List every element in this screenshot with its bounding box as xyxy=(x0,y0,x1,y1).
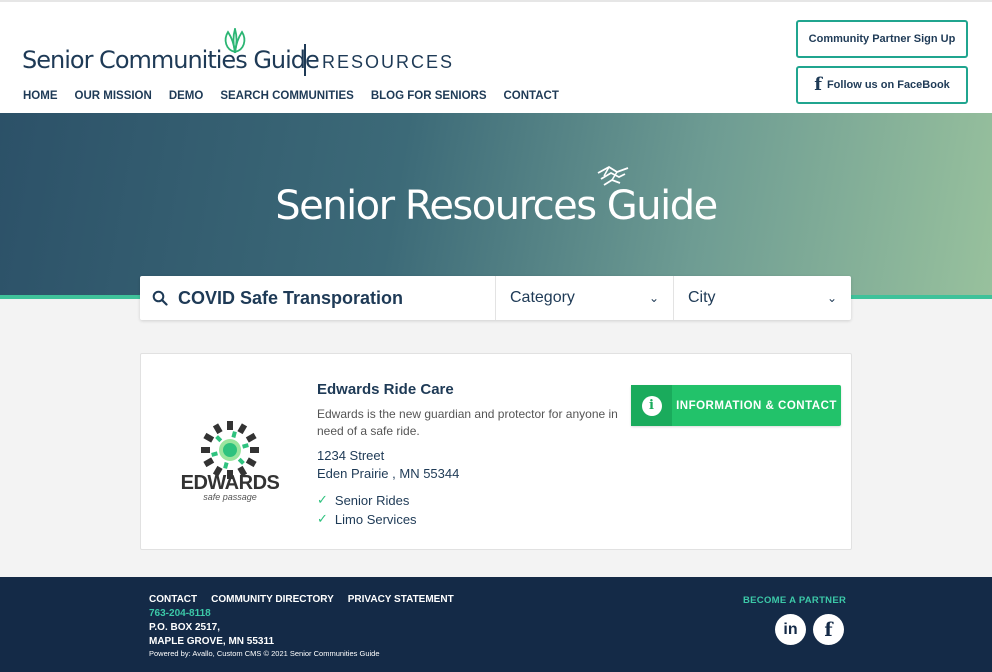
site-logo[interactable]: Senior Communities Guide RESOURCES xyxy=(22,28,452,76)
partner-signup-button[interactable]: Community Partner Sign Up xyxy=(796,20,968,58)
site-footer: CONTACT COMMUNITY DIRECTORY PRIVACY STAT… xyxy=(0,577,992,672)
footer-powered-by: Powered by: Avallo, Custom CMS © 2021 Se… xyxy=(149,649,380,658)
become-partner-link[interactable]: BECOME A PARTNER xyxy=(743,595,846,606)
site-header: Senior Communities Guide RESOURCES HOME … xyxy=(0,0,992,113)
search-query-box[interactable] xyxy=(140,276,496,320)
nav-home[interactable]: HOME xyxy=(23,90,58,102)
logo-section: RESOURCES xyxy=(322,52,455,72)
resource-description: Edwards is the new guardian and protecto… xyxy=(317,407,618,438)
address-line-2: Eden Prairie , MN 55344 xyxy=(317,466,460,481)
chevron-down-icon: ⌄ xyxy=(826,291,837,305)
category-select-label: Category xyxy=(510,289,575,306)
chevron-down-icon: ⌄ xyxy=(648,291,659,305)
info-icon-wrap: i xyxy=(631,385,672,426)
hero-title: Senior Resources Guide xyxy=(275,183,718,229)
footer-po-box: P.O. BOX 2517, xyxy=(149,622,220,633)
information-contact-label: INFORMATION & CONTACT xyxy=(676,399,837,412)
city-select[interactable]: City ⌄ xyxy=(674,276,851,320)
nav-search-communities[interactable]: SEARCH COMMUNITIES xyxy=(220,90,354,102)
resource-title[interactable]: Edwards Ride Care xyxy=(317,381,454,398)
logo-divider xyxy=(304,44,306,76)
nav-blog-for-seniors[interactable]: BLOG FOR SENIORS xyxy=(371,90,487,102)
facebook-follow-label: Follow us on FaceBook xyxy=(826,79,950,91)
brand-tagline: safe passage xyxy=(203,492,257,502)
resource-card: EDWARDS safe passage Edwards Ride Care E… xyxy=(140,353,852,550)
search-input[interactable] xyxy=(178,287,478,309)
footer-link-privacy-statement[interactable]: PRIVACY STATEMENT xyxy=(348,594,454,605)
nav-demo[interactable]: DEMO xyxy=(169,90,204,102)
city-select-label: City xyxy=(688,289,716,306)
check-icon: ✓ xyxy=(317,511,328,526)
facebook-icon: f xyxy=(814,74,822,95)
information-contact-button[interactable]: i INFORMATION & CONTACT xyxy=(631,385,841,426)
search-icon xyxy=(152,290,168,306)
category-select[interactable]: Category ⌄ xyxy=(496,276,674,320)
service-item: ✓ Limo Services xyxy=(317,511,417,527)
info-icon: i xyxy=(641,395,662,416)
footer-phone[interactable]: 763-204-8118 xyxy=(149,608,211,619)
facebook-follow-button[interactable]: f Follow us on FaceBook xyxy=(796,66,968,104)
hero-banner: Senior Resources Guide xyxy=(0,113,992,299)
footer-links: CONTACT COMMUNITY DIRECTORY PRIVACY STAT… xyxy=(149,594,454,605)
nav-our-mission[interactable]: OUR MISSION xyxy=(75,90,152,102)
service-item: ✓ Senior Rides xyxy=(317,492,409,508)
facebook-icon[interactable]: f xyxy=(813,614,844,645)
service-label: Limo Services xyxy=(334,511,417,527)
address-line-1: 1234 Street xyxy=(317,448,385,463)
linkedin-icon[interactable]: in xyxy=(775,614,806,645)
partner-signup-label: Community Partner Sign Up xyxy=(808,33,956,45)
service-label: Senior Rides xyxy=(334,492,410,508)
footer-link-contact[interactable]: CONTACT xyxy=(149,594,197,605)
nav-contact[interactable]: CONTACT xyxy=(504,90,559,102)
footer-link-community-directory[interactable]: COMMUNITY DIRECTORY xyxy=(211,594,334,605)
check-icon: ✓ xyxy=(317,492,328,507)
search-bar: Category ⌄ City ⌄ xyxy=(140,276,851,320)
logo-text: Senior Communities Guide xyxy=(22,46,320,74)
footer-city: MAPLE GROVE, MN 55311 xyxy=(149,636,275,647)
main-nav: HOME OUR MISSION DEMO SEARCH COMMUNITIES… xyxy=(23,90,559,102)
